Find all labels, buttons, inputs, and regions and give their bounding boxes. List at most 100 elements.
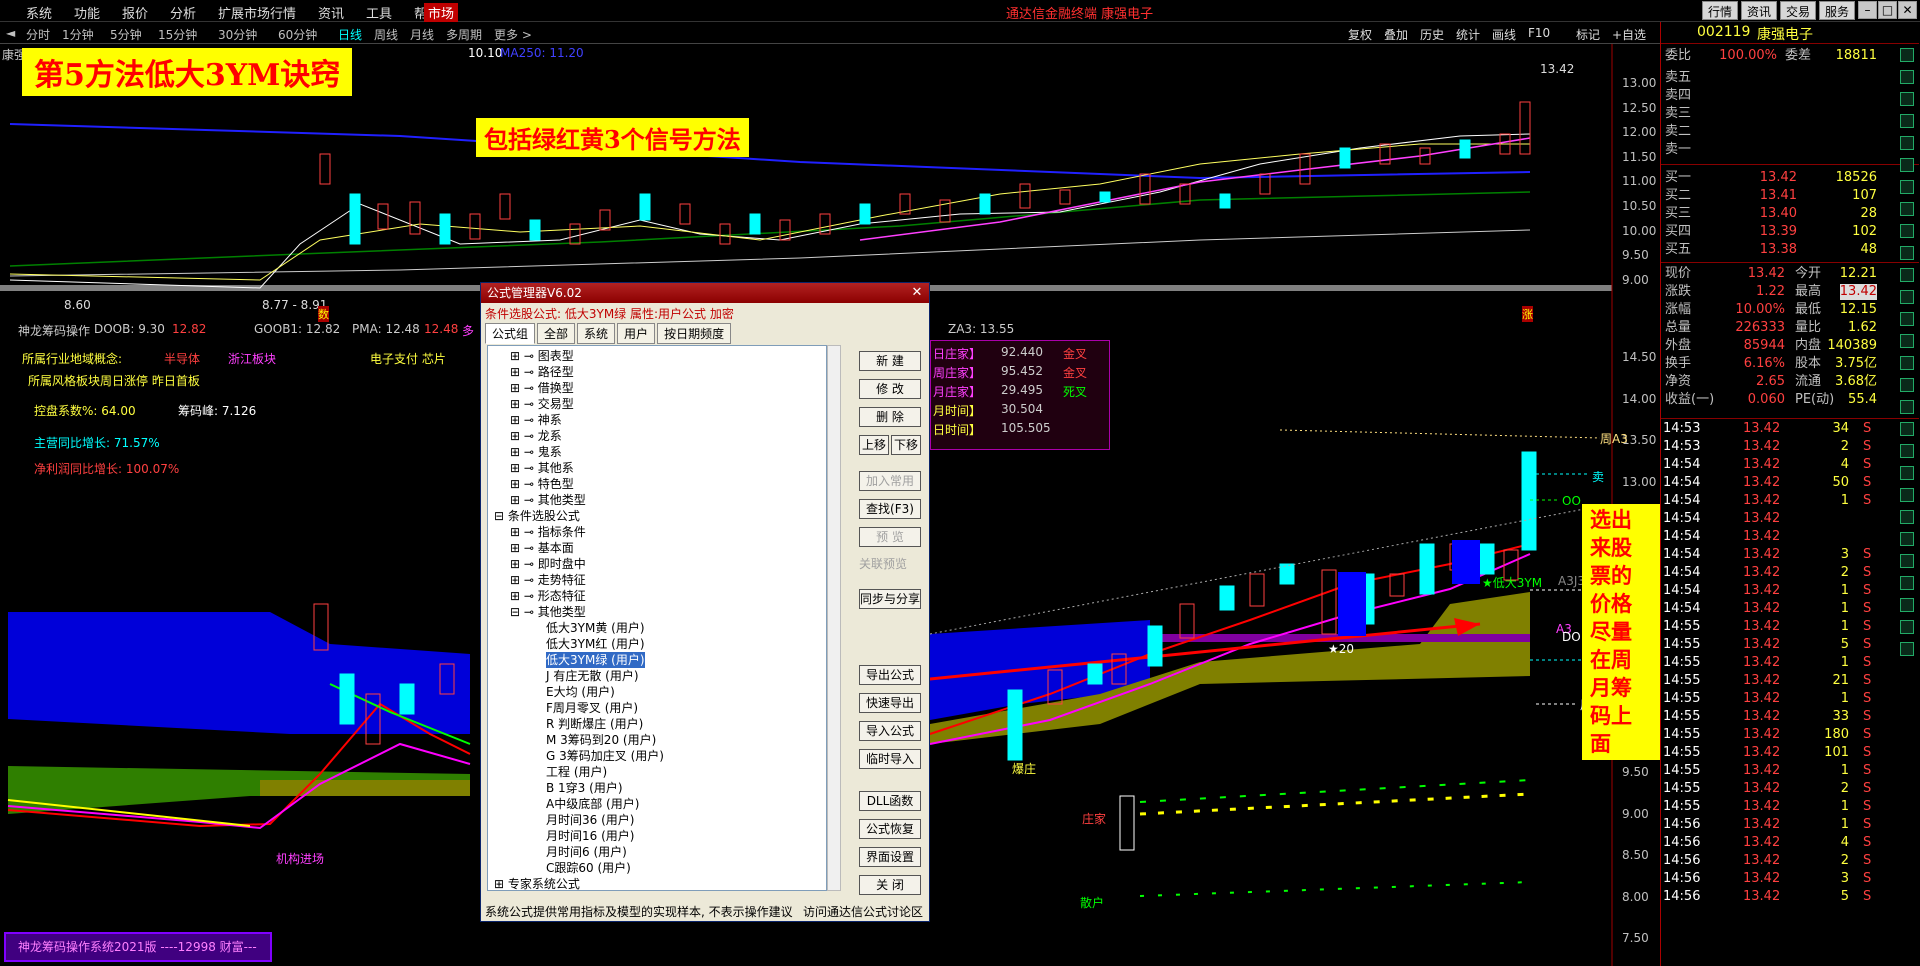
tree-node[interactable]: ⊞ ⊸ 指标条件 bbox=[510, 524, 586, 540]
side-tool-icon[interactable] bbox=[1900, 444, 1914, 458]
tree-node[interactable]: ⊞ ⊸ 借换型 bbox=[510, 380, 574, 396]
period-3[interactable]: 15分钟 bbox=[158, 26, 197, 43]
period-5[interactable]: 60分钟 bbox=[278, 26, 317, 43]
dialog-tab-1[interactable]: 全部 bbox=[537, 323, 576, 344]
tree-node[interactable]: ⊞ 专家系统公式 bbox=[494, 876, 580, 890]
side-tool-icon[interactable] bbox=[1900, 92, 1914, 106]
tree-node[interactable]: 月时间16 (用户) bbox=[546, 828, 634, 844]
side-tool-icon[interactable] bbox=[1900, 246, 1914, 260]
minimize-icon[interactable]: – bbox=[1858, 1, 1877, 19]
forum-link[interactable]: 访问通达信公式讨论区 bbox=[803, 903, 923, 920]
tree-node[interactable]: J 有庄无散 (用户) bbox=[546, 668, 639, 684]
dialog-button-16[interactable]: 界面设置 bbox=[859, 847, 921, 867]
period-6[interactable]: 日线 bbox=[338, 26, 362, 43]
tree-node[interactable]: ⊞ ⊸ 走势特征 bbox=[510, 572, 586, 588]
tree-node[interactable]: 低大3YM红 (用户) bbox=[546, 636, 645, 652]
dialog-button-17[interactable]: 关 闭 bbox=[859, 875, 921, 895]
close-icon[interactable]: ✕ bbox=[909, 285, 925, 301]
period-2[interactable]: 5分钟 bbox=[110, 26, 142, 43]
tree-node[interactable]: B 1穿3 (用户) bbox=[546, 780, 623, 796]
dialog-button-12[interactable]: 导入公式 bbox=[859, 721, 921, 741]
side-tool-icon[interactable] bbox=[1900, 532, 1914, 546]
tree-node[interactable]: F周月零叉 (用户) bbox=[546, 700, 638, 716]
side-tool-icon[interactable] bbox=[1900, 400, 1914, 414]
tree-node[interactable]: ⊞ ⊸ 神系 bbox=[510, 412, 562, 428]
side-tool-icon[interactable] bbox=[1900, 378, 1914, 392]
tree-node[interactable]: M 3筹码到20 (用户) bbox=[546, 732, 656, 748]
side-tool-icon[interactable] bbox=[1900, 202, 1914, 216]
side-tool-icon[interactable] bbox=[1900, 224, 1914, 238]
side-tool-icon[interactable] bbox=[1900, 268, 1914, 282]
tool-1[interactable]: 叠加 bbox=[1384, 26, 1408, 43]
tree-node[interactable]: ⊞ ⊸ 路径型 bbox=[510, 364, 574, 380]
tree-node[interactable]: E大均 (用户) bbox=[546, 684, 615, 700]
tree-node[interactable]: G 3筹码加庄叉 (用户) bbox=[546, 748, 664, 764]
menu-right-3[interactable]: 服务 bbox=[1819, 1, 1856, 20]
tool-6[interactable]: 标记 bbox=[1576, 26, 1600, 43]
tree-node[interactable]: 低大3YM黄 (用户) bbox=[546, 620, 645, 636]
tool-5[interactable]: F10 bbox=[1528, 26, 1550, 40]
side-tool-icon[interactable] bbox=[1900, 356, 1914, 370]
period-1[interactable]: 1分钟 bbox=[62, 26, 94, 43]
tree-node[interactable]: 月时间6 (用户) bbox=[546, 844, 627, 860]
dialog-tab-0[interactable]: 公式组 bbox=[485, 323, 536, 344]
tree-node[interactable]: ⊞ ⊸ 其他系 bbox=[510, 460, 574, 476]
tool-3[interactable]: 统计 bbox=[1456, 26, 1480, 43]
side-tool-icon[interactable] bbox=[1900, 642, 1914, 656]
tree-node[interactable]: 月时间36 (用户) bbox=[546, 812, 634, 828]
side-tool-icon[interactable] bbox=[1900, 422, 1914, 436]
tree-node[interactable]: ⊞ ⊸ 龙系 bbox=[510, 428, 562, 444]
side-tool-icon[interactable] bbox=[1900, 554, 1914, 568]
tree-node[interactable]: A中级底部 (用户) bbox=[546, 796, 639, 812]
side-tool-icon[interactable] bbox=[1900, 180, 1914, 194]
menu-item-5[interactable]: 资讯 bbox=[318, 3, 344, 22]
side-tool-icon[interactable] bbox=[1900, 312, 1914, 326]
tree-node[interactable]: ⊞ ⊸ 即时盘中 bbox=[510, 556, 586, 572]
menu-item-0[interactable]: 系统 bbox=[26, 3, 52, 22]
dialog-button-15[interactable]: 公式恢复 bbox=[859, 819, 921, 839]
dialog-button-13[interactable]: 临时导入 bbox=[859, 749, 921, 769]
tree-node[interactable]: ⊞ ⊸ 特色型 bbox=[510, 476, 574, 492]
formula-tree[interactable]: ⊞ ⊸ 图表型 ⊞ ⊸ 路径型 ⊞ ⊸ 借换型 ⊞ ⊸ 交易型 ⊞ ⊸ 神系 ⊞ ⊸ 龙系… bbox=[487, 345, 827, 891]
menu-item-6[interactable]: 工具 bbox=[366, 3, 392, 22]
dialog-button-1[interactable]: 修 改 bbox=[859, 379, 921, 399]
menu-market[interactable]: 市场 bbox=[424, 3, 459, 22]
period-0[interactable]: 分时 bbox=[26, 26, 50, 43]
dialog-button-5[interactable]: 加入常用 bbox=[859, 471, 921, 491]
tool-2[interactable]: 历史 bbox=[1420, 26, 1444, 43]
tree-node[interactable]: ⊞ ⊸ 图表型 bbox=[510, 348, 574, 364]
period-4[interactable]: 30分钟 bbox=[218, 26, 257, 43]
side-tool-icon[interactable] bbox=[1900, 466, 1914, 480]
menu-right-1[interactable]: 资讯 bbox=[1741, 1, 1778, 20]
dialog-button-6[interactable]: 查找(F3) bbox=[859, 499, 921, 519]
side-tool-icon[interactable] bbox=[1900, 576, 1914, 590]
dialog-button-10[interactable]: 导出公式 bbox=[859, 665, 921, 685]
maximize-icon[interactable]: □ bbox=[1878, 1, 1897, 19]
menu-right-2[interactable]: 交易 bbox=[1780, 1, 1817, 20]
tool-0[interactable]: 复权 bbox=[1348, 26, 1372, 43]
tree-node[interactable]: ⊟ ⊸ 其他类型 bbox=[510, 604, 586, 620]
tree-node[interactable]: ⊞ ⊸ 其他类型 bbox=[510, 492, 586, 508]
tool-4[interactable]: 画线 bbox=[1492, 26, 1516, 43]
period-10[interactable]: 更多 > bbox=[494, 26, 532, 43]
menu-item-4[interactable]: 扩展市场行情 bbox=[218, 3, 296, 22]
side-tool-icon[interactable] bbox=[1900, 488, 1914, 502]
menu-item-3[interactable]: 分析 bbox=[170, 3, 196, 22]
period-8[interactable]: 月线 bbox=[410, 26, 434, 43]
dialog-button-7[interactable]: 预 览 bbox=[859, 527, 921, 547]
tree-node[interactable]: ⊞ ⊸ 交易型 bbox=[510, 396, 574, 412]
side-tool-icon[interactable] bbox=[1900, 510, 1914, 524]
tree-node[interactable]: ⊟ 条件选股公式 bbox=[494, 508, 580, 524]
dialog-button-4[interactable]: 下移 bbox=[891, 435, 921, 455]
side-tool-icon[interactable] bbox=[1900, 136, 1914, 150]
tree-scrollbar[interactable] bbox=[827, 345, 841, 891]
period-7[interactable]: 周线 bbox=[374, 26, 398, 43]
dialog-tab-4[interactable]: 按日期频度 bbox=[657, 323, 732, 344]
menu-item-1[interactable]: 功能 bbox=[74, 3, 100, 22]
side-tool-icon[interactable] bbox=[1900, 70, 1914, 84]
dialog-tab-3[interactable]: 用户 bbox=[617, 323, 656, 344]
dialog-button-11[interactable]: 快速导出 bbox=[859, 693, 921, 713]
dialog-button-2[interactable]: 删 除 bbox=[859, 407, 921, 427]
tool-7[interactable]: +自选 bbox=[1612, 26, 1646, 43]
tree-node[interactable]: ⊞ ⊸ 鬼系 bbox=[510, 444, 562, 460]
